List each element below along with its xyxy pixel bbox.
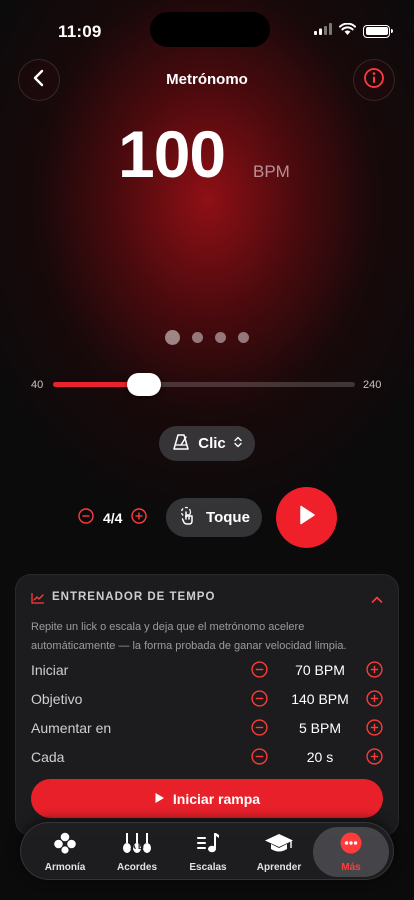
svg-text:A B: A B	[130, 842, 144, 851]
row-interval-value: 20 s	[306, 749, 334, 765]
battery-icon	[363, 24, 393, 38]
status-icons	[314, 22, 393, 40]
interval-increase-button[interactable]	[366, 748, 383, 770]
info-icon	[363, 67, 385, 94]
beat-dot-4	[238, 332, 249, 343]
sound-label: Clic	[198, 435, 226, 452]
wifi-icon	[339, 22, 356, 40]
tab-acordes[interactable]: A B Acordes	[99, 823, 175, 881]
minus-circle-icon	[251, 719, 268, 736]
start-increase-button[interactable]	[366, 661, 383, 683]
tab-label: Aprender	[256, 861, 302, 873]
plus-circle-icon	[366, 690, 383, 707]
tab-label: Acordes	[116, 861, 157, 873]
guitars-icon: A B	[122, 832, 152, 859]
tempo-slider-thumb[interactable]	[126, 373, 161, 396]
plus-circle-icon	[131, 508, 148, 524]
more-icon	[340, 832, 362, 859]
play-icon	[297, 504, 317, 531]
metronome-icon	[172, 433, 190, 454]
dynamic-island	[150, 12, 270, 47]
minus-circle-icon	[78, 508, 94, 524]
trainer-description: Repite un lick o escala y deja que el me…	[31, 621, 347, 652]
row-target-value: 140 BPM	[291, 691, 349, 707]
collapse-button[interactable]	[371, 592, 383, 610]
tab-bar: Armonía A B Acordes Escalas Aprender Más	[20, 822, 394, 880]
music-note-icon	[196, 832, 220, 859]
slider-max-label: 240	[363, 379, 382, 391]
step-increase-button[interactable]	[366, 719, 383, 741]
chevron-up-icon	[371, 596, 383, 603]
tap-tempo-button[interactable]: Toque	[166, 498, 262, 537]
row-step-value: 5 BPM	[298, 720, 341, 736]
step-decrease-button[interactable]	[251, 719, 268, 741]
beat-dot-1	[165, 330, 180, 345]
minus-circle-icon	[251, 661, 268, 678]
tap-hand-icon	[178, 506, 198, 530]
start-ramp-button[interactable]: Iniciar rampa	[31, 779, 383, 818]
plus-circle-icon	[366, 719, 383, 736]
tab-label: Más	[341, 861, 361, 873]
graduation-cap-icon	[264, 832, 294, 859]
time-signature-value: 4/4	[103, 509, 123, 526]
start-decrease-button[interactable]	[251, 661, 268, 683]
beat-dot-3	[215, 332, 226, 343]
signal-icon	[314, 22, 332, 40]
slider-min-label: 40	[31, 379, 44, 391]
tab-aprender[interactable]: Aprender	[241, 823, 317, 881]
tab-escalas[interactable]: Escalas	[170, 823, 246, 881]
tempo-slider[interactable]	[53, 373, 355, 396]
play-button[interactable]	[276, 487, 337, 548]
tab-label: Armonía	[44, 861, 86, 873]
row-start-label: Iniciar	[31, 662, 69, 678]
sound-picker[interactable]: Clic	[159, 426, 255, 461]
row-target-label: Objetivo	[31, 691, 83, 707]
target-decrease-button[interactable]	[251, 690, 268, 712]
harmony-icon	[53, 832, 77, 859]
tab-mas[interactable]: Más	[313, 827, 389, 877]
decrease-signature-button[interactable]	[78, 508, 94, 527]
bpm-value: 100	[118, 117, 226, 191]
plus-circle-icon	[366, 748, 383, 765]
tap-label: Toque	[206, 509, 250, 526]
start-ramp-label: Iniciar rampa	[172, 790, 261, 807]
page-title: Metrónomo	[166, 71, 248, 88]
trend-chart-icon	[31, 591, 45, 609]
bpm-unit: BPM	[253, 162, 290, 181]
increase-signature-button[interactable]	[131, 508, 148, 527]
row-step-label: Aumentar en	[31, 720, 112, 736]
row-start-value: 70 BPM	[295, 662, 345, 678]
play-icon	[154, 791, 165, 807]
chevron-up-down-icon	[234, 435, 242, 452]
beat-indicator	[165, 330, 249, 345]
row-interval-label: Cada	[31, 749, 65, 765]
target-increase-button[interactable]	[366, 690, 383, 712]
interval-decrease-button[interactable]	[251, 748, 268, 770]
minus-circle-icon	[251, 748, 268, 765]
plus-circle-icon	[366, 661, 383, 678]
trainer-title: ENTRENADOR DE TEMPO	[52, 591, 216, 603]
info-button[interactable]	[353, 59, 395, 101]
minus-circle-icon	[251, 690, 268, 707]
beat-dot-2	[192, 332, 203, 343]
time-signature-control: 4/4	[78, 508, 148, 527]
tab-label: Escalas	[189, 861, 227, 873]
status-time: 11:09	[58, 22, 102, 41]
tab-armonia[interactable]: Armonía	[27, 823, 103, 881]
